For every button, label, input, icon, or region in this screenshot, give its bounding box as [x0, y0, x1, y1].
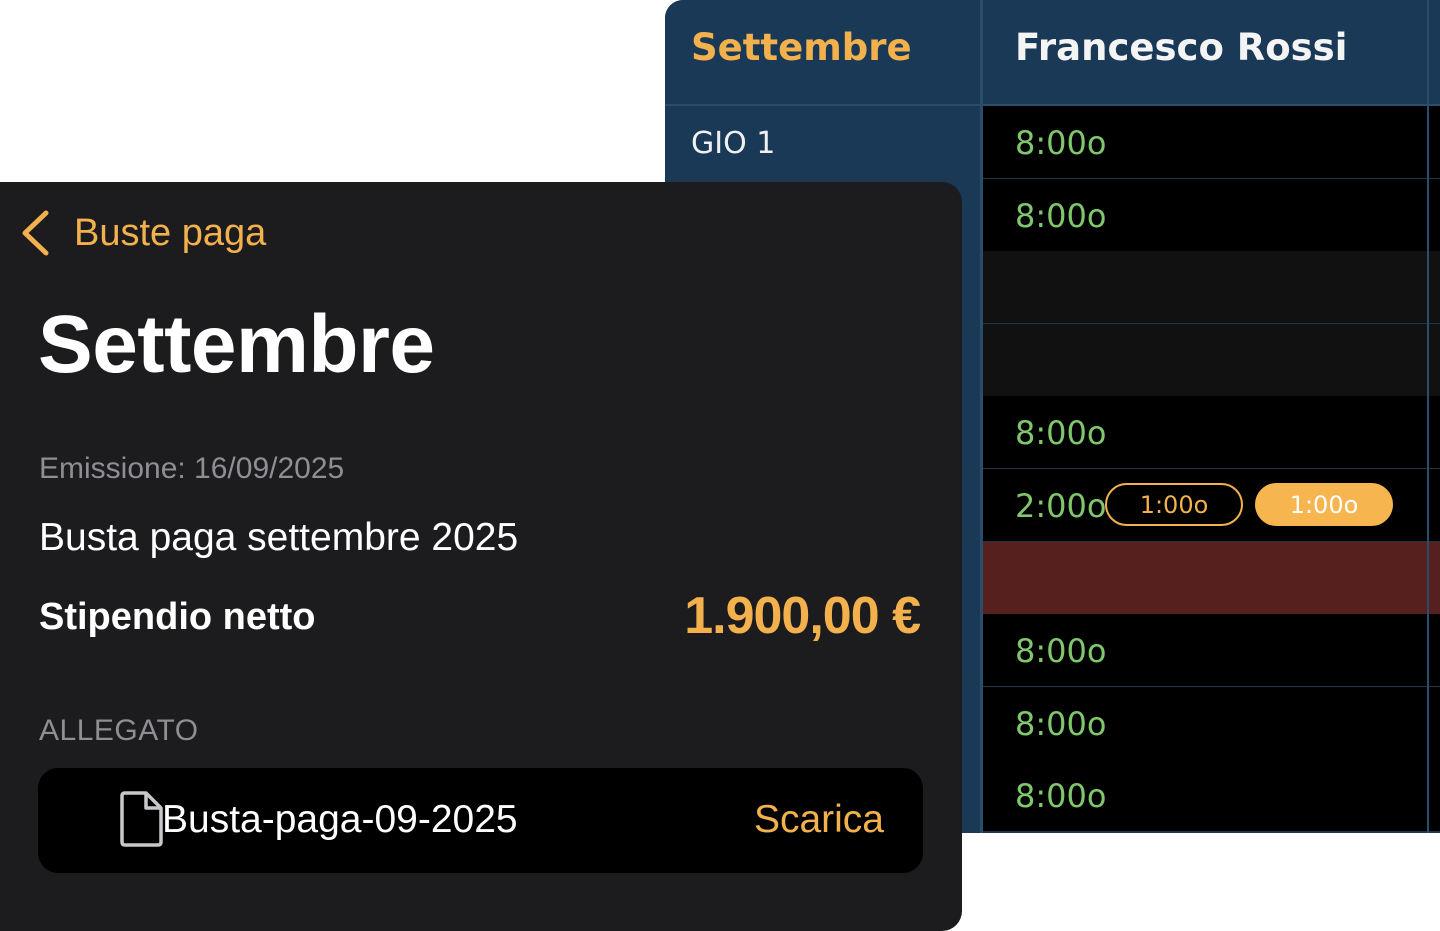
schedule-header: Settembre Francesco Rossi [665, 0, 1440, 106]
schedule-hours-value: 8:00o [1015, 704, 1107, 743]
schedule-hours-cell[interactable]: 8:00o [983, 759, 1440, 832]
column-divider [980, 0, 983, 833]
schedule-hours-cell[interactable]: 8:00o [983, 686, 1440, 759]
schedule-hours-cell[interactable] [983, 323, 1440, 396]
download-button[interactable]: Scarica [754, 798, 884, 842]
attachment-row[interactable]: Busta-paga-09-2025 Scarica [38, 768, 923, 873]
schedule-hours-value: 8:00o [1015, 632, 1107, 671]
schedule-absence-cell[interactable] [983, 541, 1440, 614]
net-salary-label: Stipendio netto [39, 596, 316, 638]
schedule-hours-value: 8:00o [1015, 124, 1107, 162]
schedule-hours-cell[interactable]: 2:00o 1:00o 1:00o [983, 469, 1440, 541]
schedule-hours-cell[interactable]: 8:00o [983, 178, 1440, 251]
payslip-card: Buste paga Settembre Emissione: 16/09/20… [0, 182, 962, 931]
page-title: Settembre [38, 299, 435, 390]
document-title: Busta paga settembre 2025 [39, 516, 519, 559]
schedule-hours-value: 8:00o [1015, 777, 1107, 816]
schedule-hours-value: 2:00o [1015, 487, 1107, 525]
schedule-month-title: Settembre [691, 26, 912, 69]
column-divider-right [1427, 0, 1429, 833]
schedule-hours-value: 8:00o [1015, 196, 1107, 235]
schedule-hours-value: 8:00o [1015, 414, 1107, 453]
schedule-hours-cell[interactable]: 8:00o [983, 106, 1440, 178]
schedule-hours-cell[interactable]: 8:00o [983, 396, 1440, 469]
schedule-hours-cell[interactable]: 8:00o [983, 614, 1440, 687]
schedule-hours-cell[interactable] [983, 251, 1440, 324]
schedule-day-label: GIO 1 [691, 126, 776, 161]
overtime-pill[interactable]: 1:00o [1105, 483, 1243, 526]
schedule-day-cell: GIO 1 [665, 106, 980, 178]
issue-date: Emissione: 16/09/2025 [39, 452, 345, 485]
attachment-file-name: Busta-paga-09-2025 [162, 798, 518, 841]
schedule-employee-name: Francesco Rossi [1015, 26, 1348, 69]
chevron-left-icon [20, 210, 50, 256]
document-icon [118, 790, 164, 853]
net-salary-value: 1.900,00 € [684, 587, 921, 645]
overtime-pill-selected[interactable]: 1:00o [1255, 483, 1393, 526]
attachment-section-label: ALLEGATO [39, 714, 199, 747]
back-button[interactable]: Buste paga [20, 208, 266, 258]
back-button-label: Buste paga [74, 211, 267, 254]
schedule-row: GIO 1 8:00o [665, 106, 1440, 180]
